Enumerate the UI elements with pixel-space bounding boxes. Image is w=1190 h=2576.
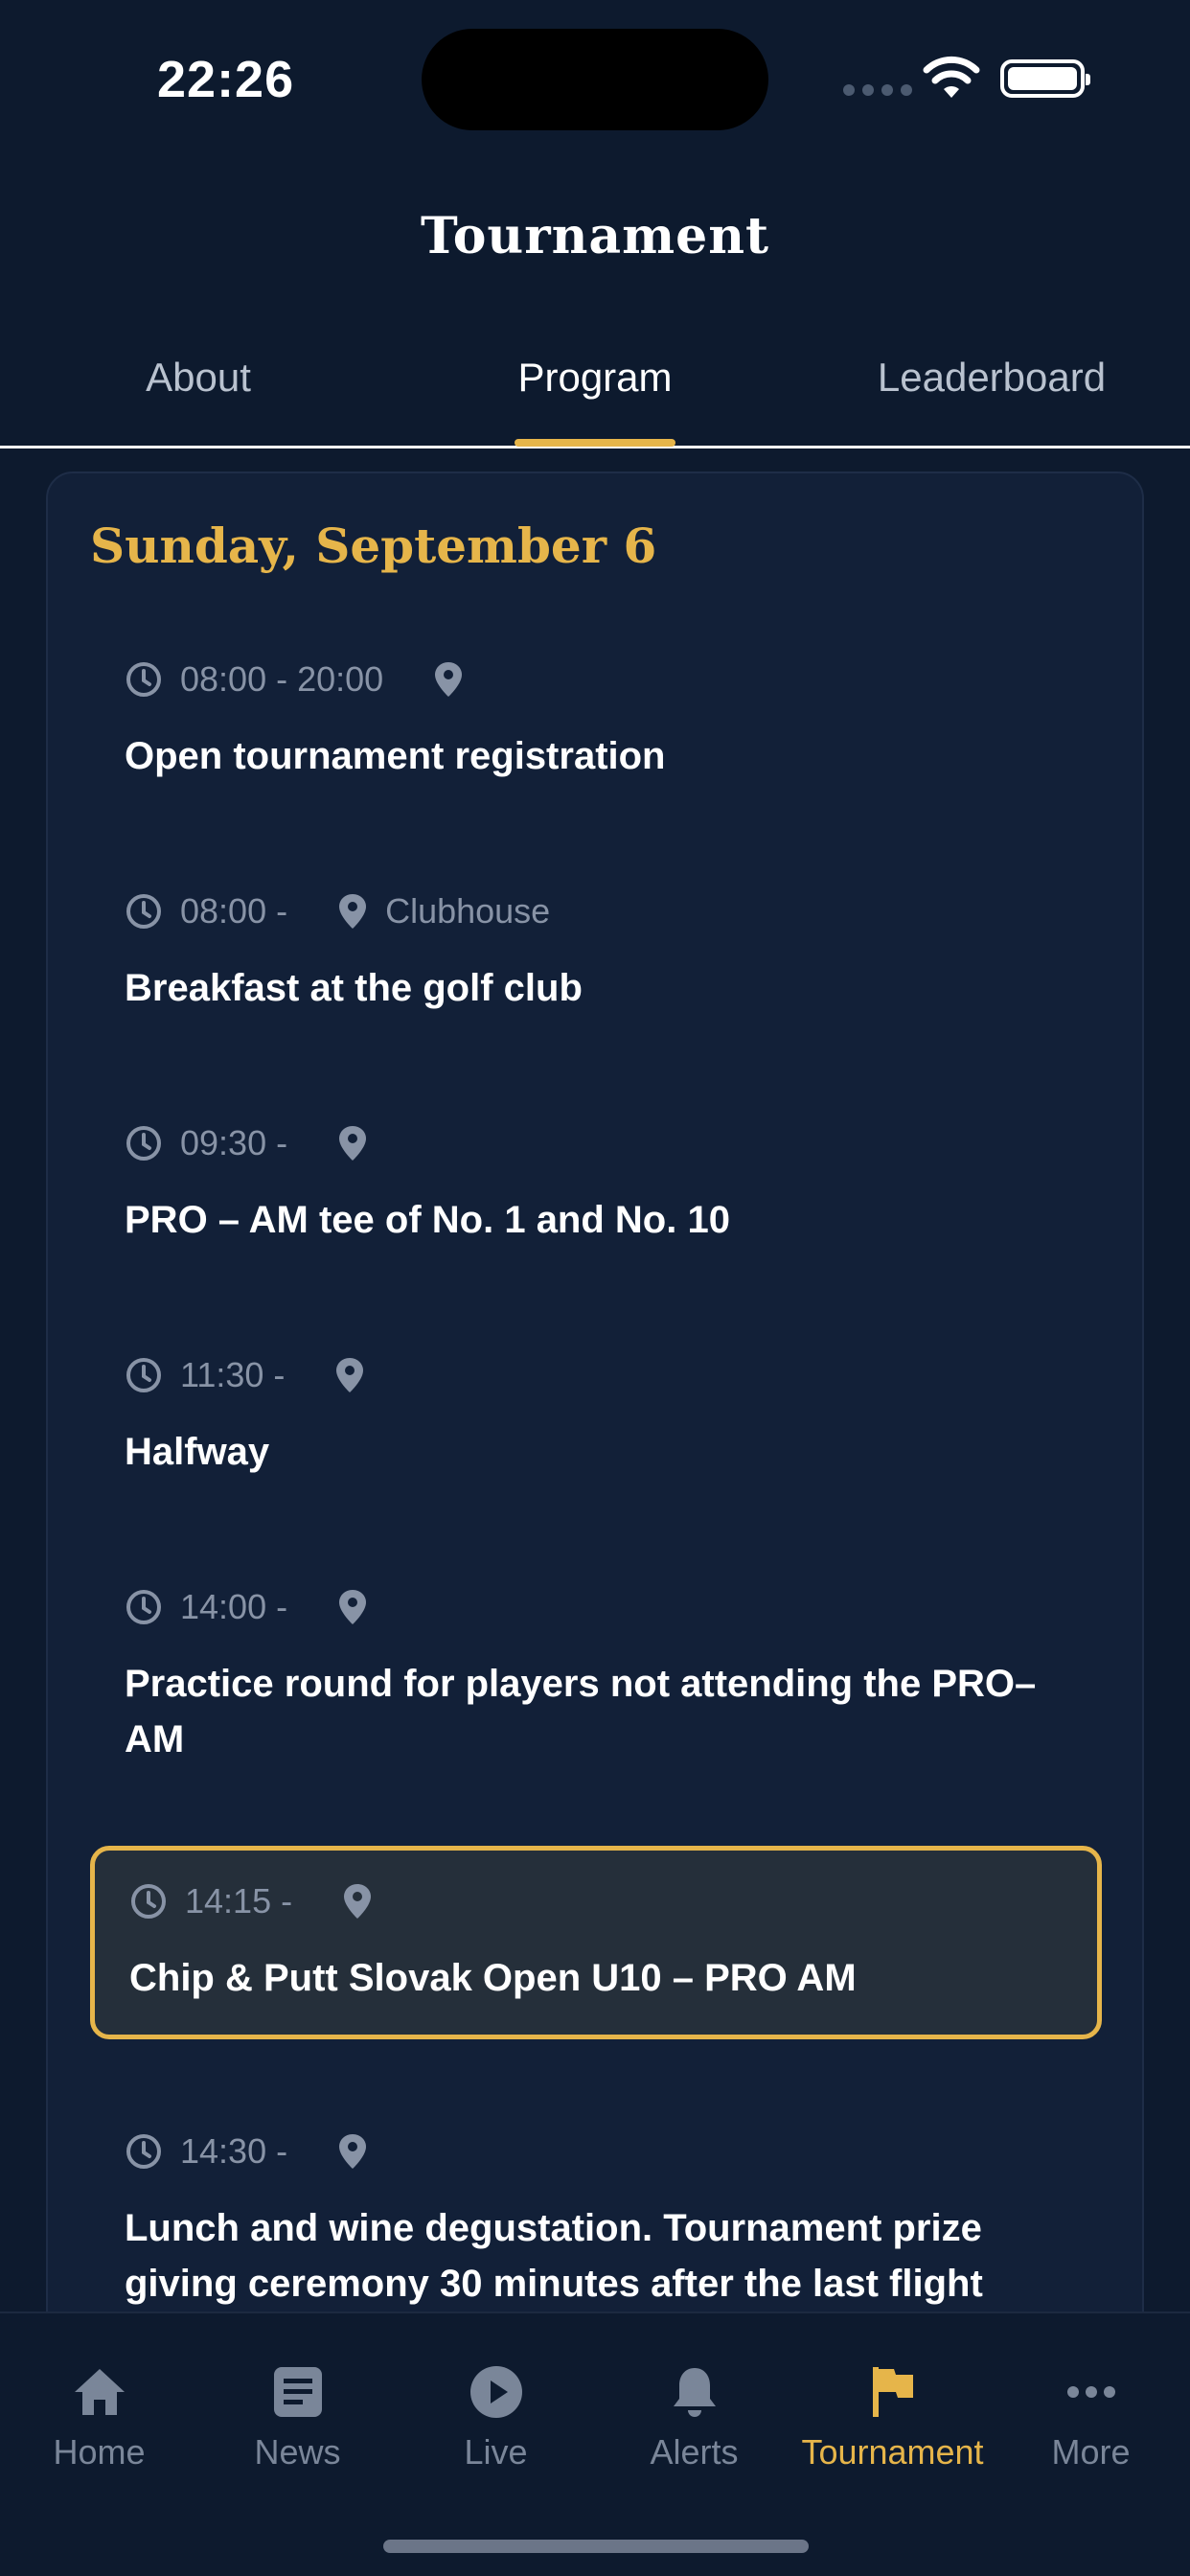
clock-icon — [126, 894, 161, 929]
event-title: Practice round for players not attending… — [125, 1663, 1037, 1760]
more-icon — [1066, 2386, 1115, 2398]
clock-icon — [131, 1884, 166, 1919]
event-item[interactable]: 14:30 - Lunch and wine degustation. Tour… — [125, 2128, 1083, 2312]
tab-about[interactable]: About — [55, 355, 342, 401]
event-title: Open tournament registration — [125, 735, 666, 777]
tabbar-item-live[interactable]: Live — [397, 2361, 595, 2472]
flag-icon — [872, 2367, 913, 2417]
tab-program[interactable]: Program — [451, 355, 739, 401]
clock-icon — [126, 2134, 161, 2169]
event-time: 14:30 - — [180, 2131, 288, 2171]
tabbar-label: More — [1051, 2432, 1131, 2472]
screen: 22:26 Tournament About Program Leaderboa… — [0, 0, 1190, 2576]
location-pin-icon — [344, 1884, 372, 1919]
event-item[interactable]: 11:30 - Halfway — [125, 1351, 1083, 1480]
event-time: 11:30 - — [180, 1355, 286, 1394]
news-icon — [273, 2367, 322, 2417]
clock-icon — [126, 1358, 161, 1392]
tabbar-label: Tournament — [801, 2432, 984, 2472]
location-pin-icon — [339, 2134, 367, 2169]
location-pin-icon — [339, 1126, 367, 1161]
wifi-icon — [923, 56, 980, 98]
location-pin-icon — [339, 1590, 367, 1624]
location-pin-icon — [435, 662, 463, 697]
dynamic-island — [422, 29, 768, 130]
event-title: Chip & Putt Slovak Open U10 – PRO AM — [129, 1957, 857, 1999]
tabbar-item-news[interactable]: News — [198, 2361, 397, 2472]
segment-tabs: About Program Leaderboard — [0, 345, 1190, 448]
tabbar-label: Alerts — [650, 2432, 739, 2472]
status-time: 22:26 — [157, 51, 295, 108]
tabbar-label: Home — [53, 2432, 146, 2472]
tabbar-label: Live — [464, 2432, 528, 2472]
tabbar-item-more[interactable]: More — [992, 2361, 1190, 2472]
event-item[interactable]: 08:00 - Clubhouse Breakfast at the golf … — [125, 887, 1083, 1016]
bottom-tab-bar: Home News Live Alerts Tournament More — [0, 2312, 1190, 2576]
event-time: 14:00 - — [180, 1587, 288, 1626]
tabbar-item-tournament[interactable]: Tournament — [793, 2361, 992, 2472]
event-title: PRO – AM tee of No. 1 and No. 10 — [125, 1199, 730, 1241]
event-time: 14:15 - — [185, 1881, 293, 1920]
clock-icon — [126, 1126, 161, 1161]
page-title: Tournament — [420, 207, 770, 265]
tabbar-item-home[interactable]: Home — [0, 2361, 198, 2472]
event-time: 08:00 - 20:00 — [180, 659, 384, 699]
location-pin-icon — [336, 1358, 364, 1392]
program-card: Sunday, September 6 08:00 - 20:00 Open t… — [46, 472, 1144, 2369]
battery-icon — [1000, 59, 1090, 98]
event-location: Clubhouse — [385, 891, 551, 931]
play-icon — [469, 2366, 522, 2418]
tabbar-label: News — [254, 2432, 341, 2472]
tabbar-item-alerts[interactable]: Alerts — [595, 2361, 793, 2472]
event-item[interactable]: 09:30 - PRO – AM tee of No. 1 and No. 10 — [125, 1119, 1083, 1248]
clock-icon — [126, 1590, 161, 1624]
clock-icon — [126, 662, 161, 697]
day-title: Sunday, September 6 — [90, 518, 657, 574]
tab-leaderboard[interactable]: Leaderboard — [848, 355, 1135, 401]
event-title: Lunch and wine degustation. Tournament p… — [125, 2207, 983, 2305]
active-tab-indicator — [515, 439, 675, 447]
event-item[interactable]: 14:00 - Practice round for players not a… — [125, 1583, 1083, 1767]
event-time: 09:30 - — [180, 1123, 288, 1162]
event-item-current[interactable]: 14:15 - Chip & Putt Slovak Open U10 – PR… — [90, 1846, 1102, 2039]
home-indicator[interactable] — [383, 2540, 809, 2553]
cellular-signal-icon — [843, 84, 912, 96]
event-title: Halfway — [125, 1431, 270, 1473]
event-item[interactable]: 08:00 - 20:00 Open tournament registrati… — [125, 656, 1083, 784]
home-icon — [74, 2369, 125, 2415]
event-time: 08:00 - — [180, 891, 288, 931]
status-bar: 22:26 — [0, 0, 1190, 153]
bell-icon — [673, 2368, 716, 2417]
event-title: Breakfast at the golf club — [125, 967, 583, 1009]
location-pin-icon — [339, 894, 367, 929]
